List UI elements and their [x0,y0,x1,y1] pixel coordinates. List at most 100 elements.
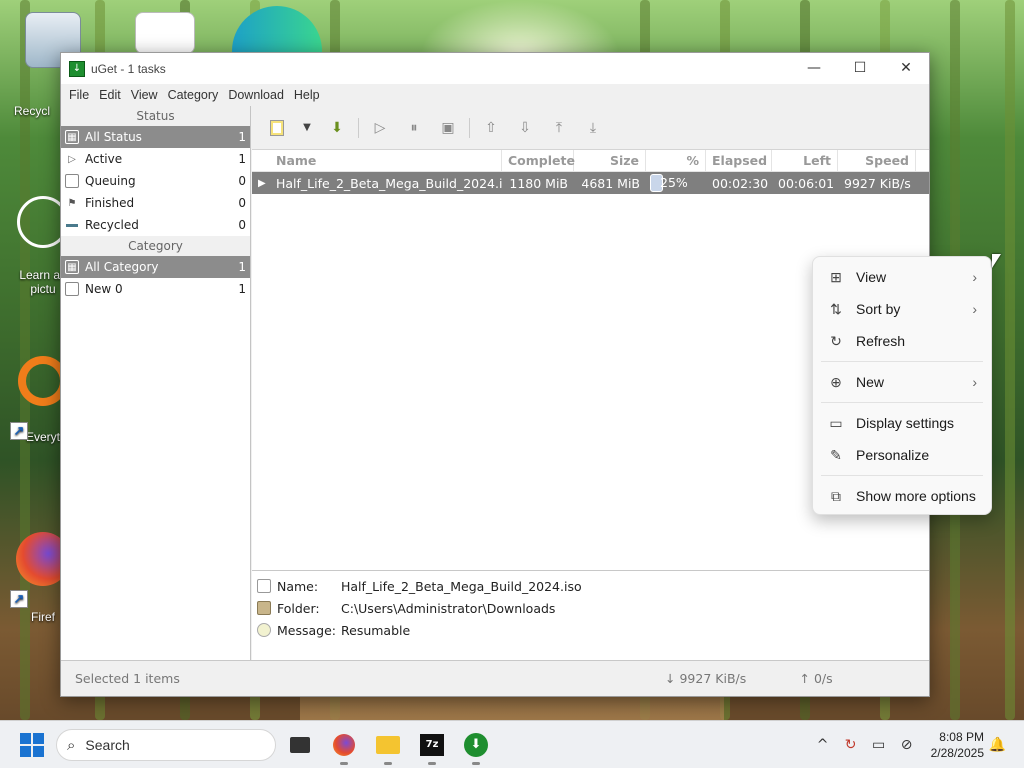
sidebar-item-count: 1 [238,260,246,274]
cell-name: Half_Life_2_Beta_Mega_Build_2024.iso [276,175,502,191]
column-speed[interactable]: Speed [838,149,916,172]
cell-size: 4681 MiB [581,175,640,191]
column-size[interactable]: Size [574,149,646,172]
clock[interactable]: 8:08 PM 2/28/2025 [931,729,984,761]
context-item-label: Personalize [856,447,930,463]
move-top-button[interactable]: ⤒ [542,114,576,142]
cell-speed: 9927 KiB/s [844,175,911,191]
sidebar: Status ▦ All Status 1 ▷ Active 1 Queuing… [61,106,251,660]
network-icon[interactable]: ▭ [865,737,893,753]
menu-download[interactable]: Download [223,88,289,102]
status-bar: Selected 1 items ↓ 9927 KiB/s ↑ 0/s [61,660,929,696]
taskbar-7zip[interactable]: 7z [414,729,450,765]
shortcut-arrow-icon: ↗ [10,590,28,608]
properties-icon: ▣ [441,119,455,136]
new-download-button[interactable] [260,114,294,142]
firefox-icon [333,734,355,756]
grid-icon: ⊞ [830,268,842,285]
detail-folder-row: Folder: C:\Users\Administrator\Downloads [252,597,929,619]
column-elapsed[interactable]: Elapsed [706,149,772,172]
row-expand-icon[interactable]: ▶ [252,178,272,189]
sidebar-item-count: 1 [238,282,246,296]
running-indicator [340,762,348,765]
title-bar[interactable]: ↓ uGet - 1 tasks — ☐ ✕ [61,53,929,84]
display-icon: ▭ [829,414,843,431]
sidebar-item-active[interactable]: ▷ Active 1 [61,148,250,170]
notification-bell-icon[interactable]: 🔔 [989,737,1006,753]
cell-left: 00:06:01 [778,175,835,191]
sidebar-item-all-category[interactable]: ▦ All Category 1 [61,256,250,278]
close-button[interactable]: ✕ [883,53,929,84]
context-item-display-settings[interactable]: ▭ Display settings [813,407,991,439]
caret-down-icon: ▼ [303,122,311,133]
menu-view[interactable]: View [126,88,163,102]
column-name[interactable]: Name [252,149,502,172]
context-separator [821,475,983,476]
taskbar-search[interactable]: ⌕ Search [56,729,276,761]
volume-muted-icon[interactable]: ⊘ [893,737,921,753]
taskbar-task-view[interactable] [282,729,318,761]
chevron-up-icon[interactable]: ^ [809,737,837,753]
move-bottom-button[interactable]: ⤓ [576,114,610,142]
sidebar-item-finished[interactable]: ⚑ Finished 0 [61,192,250,214]
new-file-icon [270,119,284,136]
menu-bar: File Edit View Category Download Help [61,84,929,106]
maximize-button[interactable]: ☐ [837,53,883,84]
column-percent[interactable]: % [646,149,706,172]
menu-edit[interactable]: Edit [94,88,126,102]
minimize-button[interactable]: — [791,53,837,84]
chevron-right-icon: › [972,374,977,390]
sidebar-item-recycled[interactable]: Recycled 0 [61,214,250,236]
menu-category[interactable]: Category [163,88,224,102]
pause-button[interactable]: ⏸ [397,114,431,142]
start-button[interactable] [20,733,44,757]
taskbar-firefox[interactable] [326,729,362,765]
detail-name-label: Name: [277,578,319,594]
context-item-new[interactable]: ⊕ New › [813,366,991,398]
sidebar-item-new-0[interactable]: New 0 1 [61,278,250,300]
context-item-personalize[interactable]: ✎ Personalize [813,439,991,471]
start-button[interactable]: ▷ [363,114,397,142]
pen-icon: ✎ [830,446,842,463]
column-left[interactable]: Left [772,149,838,172]
menu-file[interactable]: File [64,88,94,102]
move-down-button[interactable]: ⇩ [508,114,542,142]
table-row[interactable]: ▶ Half_Life_2_Beta_Mega_Build_2024.iso 1… [252,172,929,194]
chevron-right-icon: › [972,269,977,285]
detail-message-value: Resumable [341,622,411,638]
taskbar: ⌕ Search 7z ⬇ ^ ↻ ▭ ⊘ 8:08 PM 2/28/2025 … [0,720,1024,768]
batch-download-button[interactable]: ⬇ [320,114,354,142]
menu-help[interactable]: Help [289,88,325,102]
taskbar-file-explorer[interactable] [370,729,406,765]
search-placeholder: Search [85,737,130,753]
properties-button[interactable]: ▣ [431,114,465,142]
refresh-icon: ↻ [830,332,842,349]
context-separator [821,361,983,362]
uget-icon: ⬇ [464,733,488,757]
upload-arrow-icon: ↑ [799,671,810,686]
column-complete[interactable]: Complete [502,149,575,172]
context-item-label: Show more options [856,488,976,504]
context-item-show-more-options[interactable]: ⧉ Show more options [813,480,991,512]
update-icon[interactable]: ↻ [837,737,865,753]
context-item-sort-by[interactable]: ⇅ Sort by › [813,293,991,325]
desktop-context-menu: ⊞ View › ⇅ Sort by › ↻ Refresh ⊕ New › ▭… [812,256,992,515]
sidebar-item-queuing[interactable]: Queuing 0 [61,170,250,192]
new-dropdown-button[interactable]: ▼ [294,114,320,142]
toolbar: ▼ ⬇ ▷ ⏸ ▣ ⇧ ⇩ ⤒ ⤓ [252,106,929,150]
folder-icon [257,601,271,615]
desktop-icon-edge[interactable] [232,6,322,58]
context-item-refresh[interactable]: ↻ Refresh [813,325,991,357]
upload-speed: 0/s [813,671,833,686]
task-table-header: Name Complete Size % Elapsed Left Speed [252,149,929,172]
download-arrow-icon: ⬇ [331,119,343,136]
context-item-label: Refresh [856,333,906,349]
move-up-button[interactable]: ⇧ [474,114,508,142]
context-item-view[interactable]: ⊞ View › [813,261,991,293]
detail-name-value: Half_Life_2_Beta_Mega_Build_2024.iso [341,578,582,594]
taskbar-uget[interactable]: ⬇ [458,729,494,765]
sidebar-item-count: 0 [238,196,246,210]
toolbar-separator [358,117,359,138]
sidebar-item-all-status[interactable]: ▦ All Status 1 [61,126,250,148]
category-icon [65,282,79,296]
